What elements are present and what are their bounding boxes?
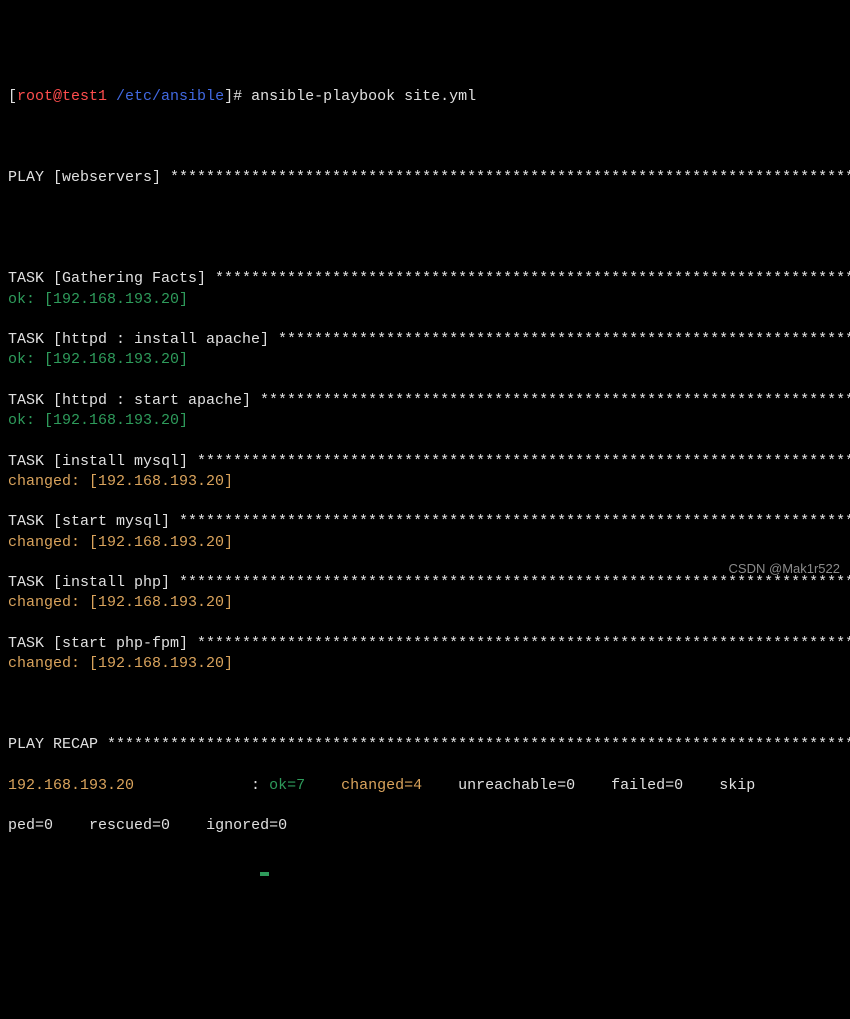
task-header: TASK [start php-fpm] *******************… (8, 634, 842, 654)
task-status: changed: [192.168.193.20] (8, 593, 842, 613)
task-header: TASK [httpd : start apache] ************… (8, 391, 842, 411)
recap-row: 192.168.193.20 : ok=7 changed=4 unreacha… (8, 776, 842, 796)
watermark: CSDN @Mak1r522 (729, 560, 840, 578)
blank-line (8, 310, 842, 330)
task-header: TASK [install mysql] *******************… (8, 452, 842, 472)
task-status: ok: [192.168.193.20] (8, 350, 842, 370)
blank-line (8, 431, 842, 451)
task-status: ok: [192.168.193.20] (8, 290, 842, 310)
task-header: TASK [install php] *********************… (8, 573, 842, 593)
recap-header: PLAY RECAP *****************************… (8, 735, 842, 755)
prompt-line: [root@test1 /etc/ansible]# ansible-playb… (8, 87, 842, 107)
play-header: PLAY [webservers] **********************… (8, 168, 842, 188)
cursor-icon (260, 872, 269, 876)
blank-line (8, 674, 842, 694)
task-status: changed: [192.168.193.20] (8, 654, 842, 674)
blank-line (8, 614, 842, 634)
task-header: TASK [start mysql] *********************… (8, 512, 842, 532)
task-status: changed: [192.168.193.20] (8, 533, 842, 553)
task-header: TASK [Gathering Facts] *****************… (8, 269, 842, 289)
task-status: changed: [192.168.193.20] (8, 472, 842, 492)
blank-line (8, 128, 842, 148)
blank-line (8, 492, 842, 512)
cursor-line[interactable] (8, 857, 842, 877)
blank-line (8, 553, 842, 573)
blank-line (8, 371, 842, 391)
command-text: ansible-playbook site.yml (251, 88, 476, 105)
task-status: ok: [192.168.193.20] (8, 411, 842, 431)
blank-line (8, 209, 842, 229)
recap-row-2: ped=0 rescued=0 ignored=0 (8, 816, 842, 836)
task-header: TASK [httpd : install apache] **********… (8, 330, 842, 350)
